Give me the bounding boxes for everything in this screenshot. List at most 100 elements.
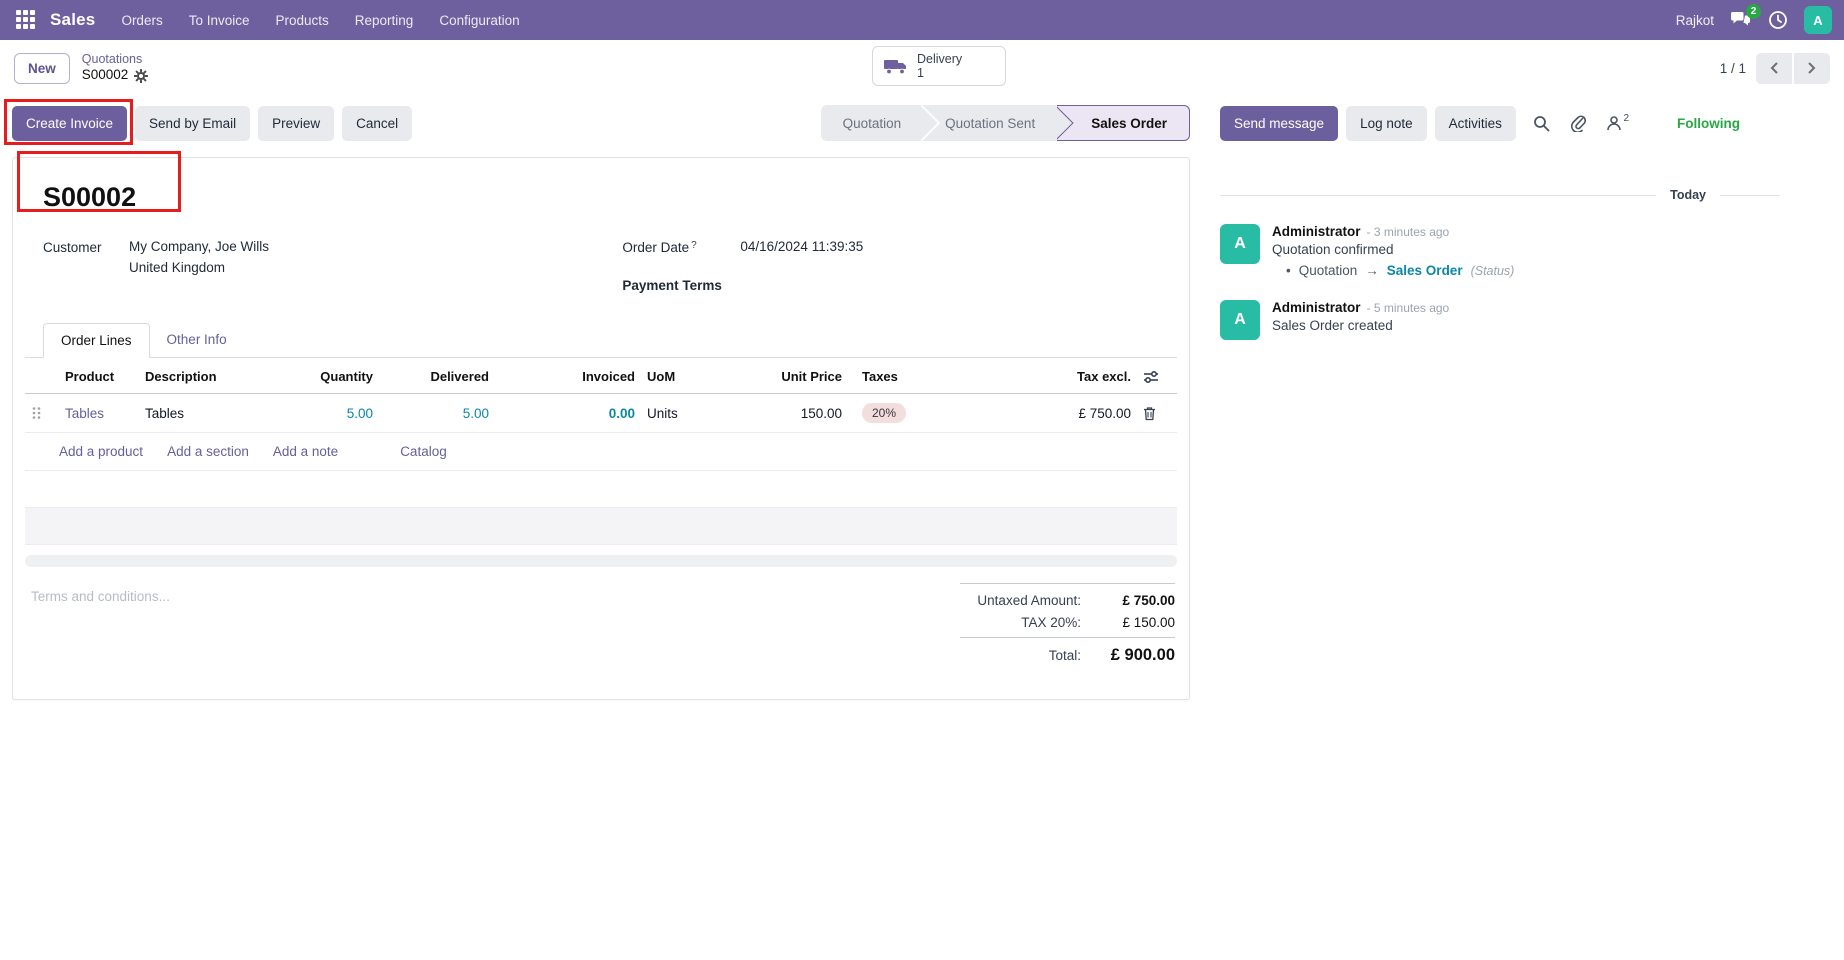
breadcrumb: Quotations S00002 bbox=[82, 52, 149, 85]
log-note-button[interactable]: Log note bbox=[1346, 105, 1427, 141]
table-bottom-strip bbox=[25, 555, 1177, 567]
status-step-sales-order[interactable]: Sales Order bbox=[1057, 105, 1190, 141]
order-title[interactable]: S00002 bbox=[43, 182, 1177, 213]
breadcrumb-quotations[interactable]: Quotations bbox=[82, 52, 149, 68]
message-author[interactable]: Administrator bbox=[1272, 224, 1361, 239]
catalog-link[interactable]: Catalog bbox=[400, 444, 447, 459]
cell-description[interactable]: Tables bbox=[139, 393, 297, 433]
message-avatar[interactable]: A bbox=[1220, 300, 1260, 340]
untaxed-amount-value: £ 750.00 bbox=[1122, 593, 1175, 608]
nav-item-products[interactable]: Products bbox=[276, 13, 329, 28]
day-divider-label: Today bbox=[1670, 188, 1706, 202]
delivery-smart-button[interactable]: Delivery 1 bbox=[872, 46, 1006, 86]
messages-icon[interactable]: 2 bbox=[1730, 4, 1761, 29]
message-avatar[interactable]: A bbox=[1220, 224, 1260, 264]
nav-item-reporting[interactable]: Reporting bbox=[355, 13, 414, 28]
send-by-email-button[interactable]: Send by Email bbox=[135, 105, 251, 141]
message-body: Quotation confirmed bbox=[1272, 242, 1394, 257]
control-panel: New Quotations S00002 Delivery 1 1 / 1 bbox=[0, 40, 1844, 96]
cell-quantity[interactable]: 5.00 bbox=[297, 393, 379, 433]
col-invoiced[interactable]: Invoiced bbox=[495, 358, 641, 394]
tracking-arrow-icon: → bbox=[1365, 263, 1379, 278]
gear-icon[interactable] bbox=[134, 68, 149, 83]
cell-product[interactable]: Tables bbox=[65, 406, 104, 421]
statusbar: Quotation Quotation Sent Sales Order bbox=[820, 105, 1190, 141]
order-date-value[interactable]: 04/16/2024 11:39:35 bbox=[740, 239, 863, 255]
nav-item-to-invoice[interactable]: To Invoice bbox=[189, 13, 250, 28]
col-delivered[interactable]: Delivered bbox=[379, 358, 495, 394]
add-a-note-link[interactable]: Add a note bbox=[273, 444, 338, 459]
cell-subtotal[interactable]: £ 750.00 bbox=[1016, 393, 1137, 433]
optional-columns-button[interactable] bbox=[1137, 358, 1177, 394]
col-product[interactable]: Product bbox=[59, 358, 139, 394]
chatter-message: A Administrator - 3 minutes ago Quotatio… bbox=[1220, 224, 1780, 278]
payment-terms-label: Payment Terms bbox=[622, 278, 722, 293]
col-unit-price[interactable]: Unit Price bbox=[756, 358, 848, 394]
smart-button-label: Delivery bbox=[917, 51, 963, 66]
message-author[interactable]: Administrator bbox=[1272, 300, 1361, 315]
message-time: - 5 minutes ago bbox=[1366, 301, 1450, 315]
col-taxes[interactable]: Taxes bbox=[848, 358, 1016, 394]
cell-unit-price[interactable]: 150.00 bbox=[756, 393, 848, 433]
followers-count: 2 bbox=[1623, 112, 1629, 124]
terms-and-conditions-input[interactable]: Terms and conditions... bbox=[31, 589, 170, 672]
nav-item-orders[interactable]: Orders bbox=[121, 13, 162, 28]
tracking-to[interactable]: Sales Order bbox=[1387, 263, 1463, 278]
cell-delivered[interactable]: 5.00 bbox=[379, 393, 495, 433]
status-step-quotation-sent[interactable]: Quotation Sent bbox=[923, 105, 1057, 141]
tax-badge[interactable]: 20% bbox=[862, 403, 907, 423]
untaxed-amount-label: Untaxed Amount: bbox=[977, 593, 1081, 608]
help-question-icon: ? bbox=[691, 240, 697, 251]
col-uom[interactable]: UoM bbox=[641, 358, 756, 394]
table-header-row: Product Description Quantity Delivered I… bbox=[25, 358, 1177, 394]
customer-label: Customer bbox=[43, 240, 102, 255]
add-a-section-link[interactable]: Add a section bbox=[167, 444, 249, 459]
activities-clock-icon[interactable] bbox=[1768, 10, 1788, 30]
table-links-row: Add a product Add a section Add a note C… bbox=[25, 433, 1177, 471]
app-menu-sales[interactable]: Sales bbox=[50, 10, 95, 30]
cancel-button[interactable]: Cancel bbox=[342, 105, 413, 141]
delete-row-button[interactable] bbox=[1137, 393, 1177, 433]
company-selector[interactable]: Rajkot bbox=[1676, 13, 1714, 28]
form-sheet: S00002 Customer My Company, Joe Wills Un… bbox=[12, 157, 1190, 700]
drag-handle[interactable] bbox=[25, 393, 59, 433]
nav-item-configuration[interactable]: Configuration bbox=[439, 13, 519, 28]
new-button[interactable]: New bbox=[14, 52, 70, 84]
pager-next-button[interactable] bbox=[1794, 52, 1830, 84]
tax-value: £ 150.00 bbox=[1122, 615, 1175, 630]
create-invoice-button[interactable]: Create Invoice bbox=[12, 105, 128, 141]
search-messages-icon[interactable] bbox=[1533, 115, 1550, 132]
chatter-toolbar: Send message Log note Activities 2 Follo… bbox=[1190, 105, 1844, 141]
col-quantity[interactable]: Quantity bbox=[297, 358, 379, 394]
add-a-product-link[interactable]: Add a product bbox=[59, 444, 143, 459]
customer-country[interactable]: United Kingdom bbox=[129, 260, 269, 275]
attachments-icon[interactable] bbox=[1570, 114, 1587, 132]
tab-other-info[interactable]: Other Info bbox=[150, 323, 244, 357]
apps-grid-icon[interactable] bbox=[16, 10, 36, 30]
followers-icon[interactable]: 2 bbox=[1606, 112, 1629, 131]
customer-link[interactable]: My Company, Joe Wills bbox=[129, 239, 269, 254]
preview-button[interactable]: Preview bbox=[258, 105, 335, 141]
user-avatar[interactable]: A bbox=[1804, 6, 1832, 34]
chatter-message: A Administrator - 5 minutes ago Sales Or… bbox=[1220, 300, 1780, 340]
messages-badge: 2 bbox=[1746, 4, 1761, 19]
breadcrumb-current-record: S00002 bbox=[81, 67, 129, 83]
tracking-bullet: • bbox=[1286, 263, 1291, 278]
order-date-label: Order Date? bbox=[622, 240, 697, 255]
cell-uom[interactable]: Units bbox=[641, 393, 756, 433]
chevron-left-icon bbox=[1770, 62, 1778, 74]
send-message-button[interactable]: Send message bbox=[1220, 105, 1339, 141]
chatter-panel: Today A Administrator - 3 minutes ago Qu… bbox=[1190, 150, 1844, 700]
message-body: Sales Order created bbox=[1272, 318, 1393, 333]
drag-handle-icon bbox=[32, 407, 41, 419]
following-toggle[interactable]: Following bbox=[1677, 116, 1740, 131]
table-row[interactable]: Tables Tables 5.00 5.00 0.00 Units 150.0… bbox=[25, 393, 1177, 433]
chevron-right-icon bbox=[1808, 62, 1816, 74]
tab-order-lines[interactable]: Order Lines bbox=[43, 323, 150, 358]
col-tax-excl[interactable]: Tax excl. bbox=[1016, 358, 1137, 394]
pager-previous-button[interactable] bbox=[1756, 52, 1792, 84]
activities-button[interactable]: Activities bbox=[1434, 105, 1516, 141]
col-description[interactable]: Description bbox=[139, 358, 297, 394]
status-step-quotation[interactable]: Quotation bbox=[821, 105, 924, 141]
cell-invoiced[interactable]: 0.00 bbox=[495, 393, 641, 433]
